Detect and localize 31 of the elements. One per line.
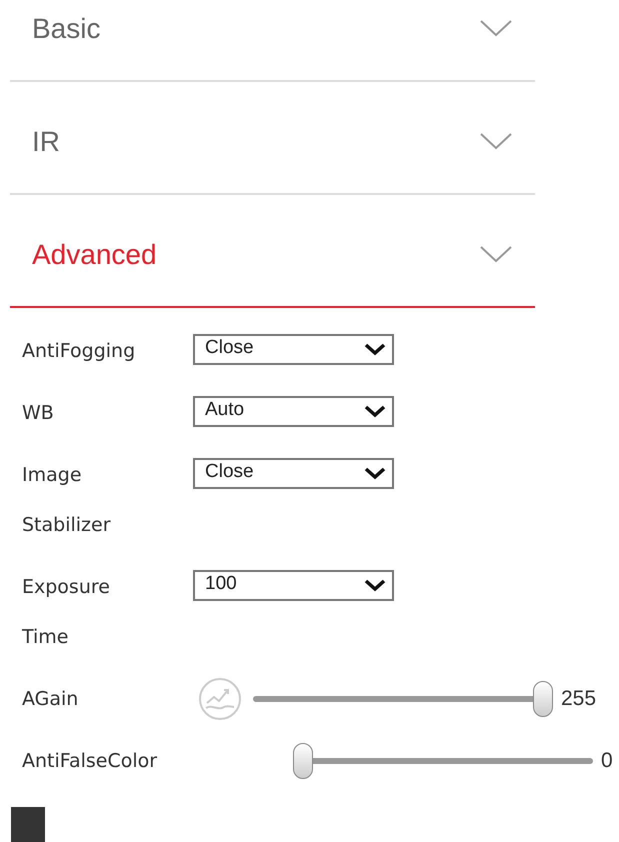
accordion-header[interactable]: Advanced [10,195,535,308]
section-title: Basic [32,12,100,46]
setting-label: WB [22,401,55,426]
chart-icon[interactable] [198,677,242,721]
accordion-header[interactable]: IR [10,82,535,195]
slider-thumb[interactable] [533,681,553,717]
accordion-header[interactable]: Basic [10,0,535,82]
dark-square [11,807,45,842]
chevron-down-icon [364,467,386,480]
chevron-down-icon [480,133,512,150]
dropdown[interactable]: Close [193,334,394,365]
slider[interactable] [293,743,593,779]
section-title: Advanced [32,238,157,272]
setting-label: AGain [22,687,80,712]
section-title: IR [32,124,60,158]
chevron-down-icon [364,343,386,356]
slider[interactable] [253,681,553,717]
dropdown[interactable]: Close [193,458,394,489]
slider-value: 0 [601,748,613,774]
dropdown[interactable]: 100 [193,570,394,601]
setting-label: AntiFalseColor [22,749,158,774]
slider-value: 255 [561,686,596,712]
chevron-down-icon [364,579,386,592]
chevron-down-icon [364,405,386,418]
dropdown[interactable]: Auto [193,396,394,427]
slider-thumb[interactable] [293,743,313,779]
setting-label: AntiFogging [22,339,136,364]
setting-label: Image Stabilizer [22,463,112,538]
chevron-down-icon [480,20,512,37]
setting-label: Exposure Time [22,575,111,650]
chevron-down-icon [480,246,512,263]
